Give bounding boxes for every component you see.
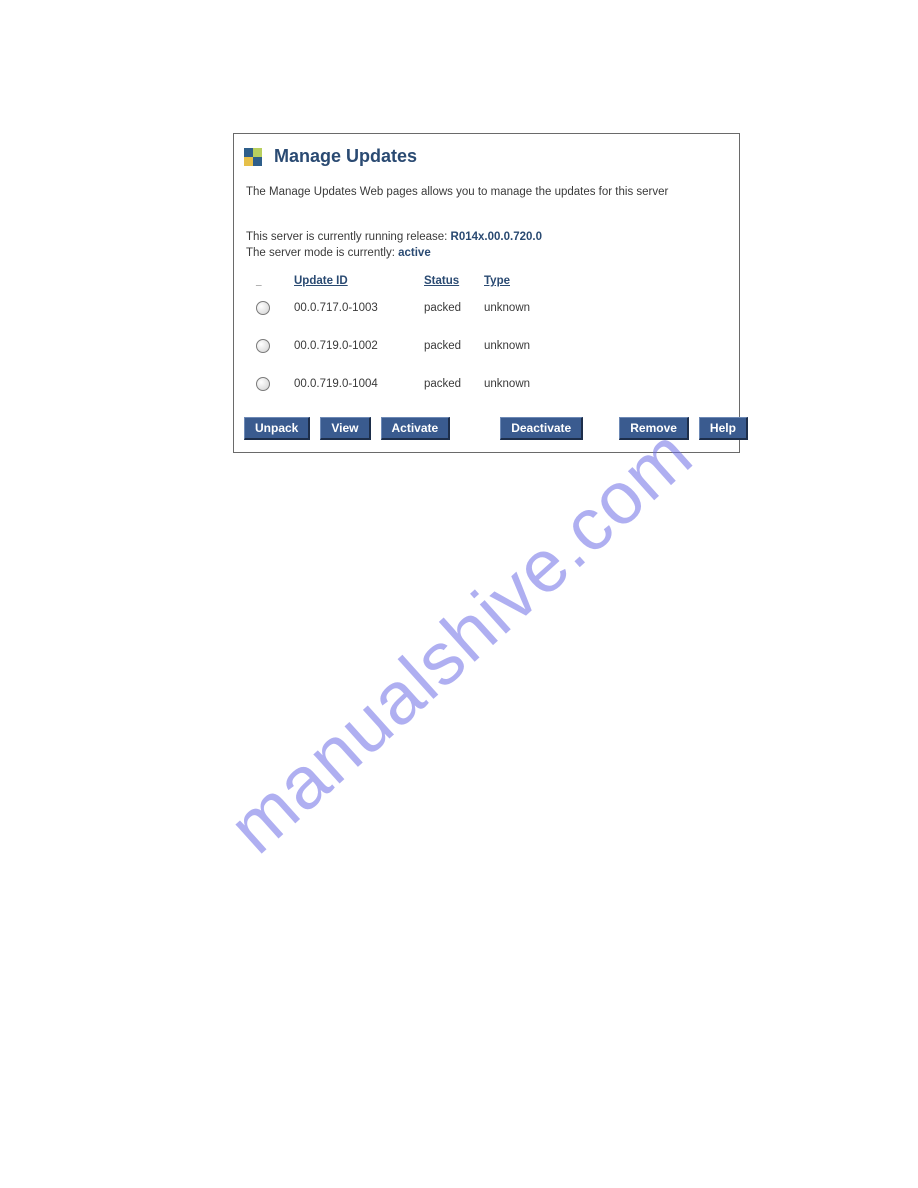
view-button[interactable]: View bbox=[320, 417, 370, 440]
app-icon bbox=[244, 148, 262, 166]
cell-status: packed bbox=[424, 302, 484, 314]
select-radio[interactable] bbox=[256, 377, 270, 391]
header-placeholder: _ bbox=[256, 276, 294, 287]
cell-type: unknown bbox=[484, 378, 554, 390]
table-row: 00.0.717.0-1003 packed unknown bbox=[256, 301, 731, 315]
select-radio[interactable] bbox=[256, 339, 270, 353]
cell-update-id: 00.0.717.0-1003 bbox=[294, 302, 424, 314]
remove-button[interactable]: Remove bbox=[619, 417, 689, 440]
deactivate-button[interactable]: Deactivate bbox=[500, 417, 583, 440]
cell-status: packed bbox=[424, 378, 484, 390]
title-row: Manage Updates bbox=[244, 146, 731, 167]
mode-label: The server mode is currently: bbox=[246, 247, 398, 259]
cell-update-id: 00.0.719.0-1002 bbox=[294, 340, 424, 352]
page-title: Manage Updates bbox=[274, 146, 417, 167]
manage-updates-panel: Manage Updates The Manage Updates Web pa… bbox=[233, 133, 740, 453]
table-row: 00.0.719.0-1004 packed unknown bbox=[256, 377, 731, 391]
unpack-button[interactable]: Unpack bbox=[244, 417, 310, 440]
cell-type: unknown bbox=[484, 302, 554, 314]
cell-status: packed bbox=[424, 340, 484, 352]
header-status[interactable]: Status bbox=[424, 275, 484, 287]
table-row: 00.0.719.0-1002 packed unknown bbox=[256, 339, 731, 353]
help-button[interactable]: Help bbox=[699, 417, 748, 440]
button-bar: Unpack View Activate Deactivate Remove H… bbox=[242, 415, 731, 442]
header-update-id[interactable]: Update ID bbox=[294, 275, 424, 287]
release-label: This server is currently running release… bbox=[246, 231, 451, 243]
description-text: The Manage Updates Web pages allows you … bbox=[246, 185, 727, 199]
mode-value: active bbox=[398, 247, 431, 259]
select-radio[interactable] bbox=[256, 301, 270, 315]
activate-button[interactable]: Activate bbox=[381, 417, 451, 440]
header-type[interactable]: Type bbox=[484, 275, 554, 287]
updates-table: _ Update ID Status Type 00.0.717.0-1003 … bbox=[256, 275, 731, 391]
cell-update-id: 00.0.719.0-1004 bbox=[294, 378, 424, 390]
mode-line: The server mode is currently: active bbox=[246, 247, 727, 259]
cell-type: unknown bbox=[484, 340, 554, 352]
release-line: This server is currently running release… bbox=[246, 231, 727, 243]
table-header-row: _ Update ID Status Type bbox=[256, 275, 731, 287]
release-value: R014x.00.0.720.0 bbox=[451, 231, 542, 243]
